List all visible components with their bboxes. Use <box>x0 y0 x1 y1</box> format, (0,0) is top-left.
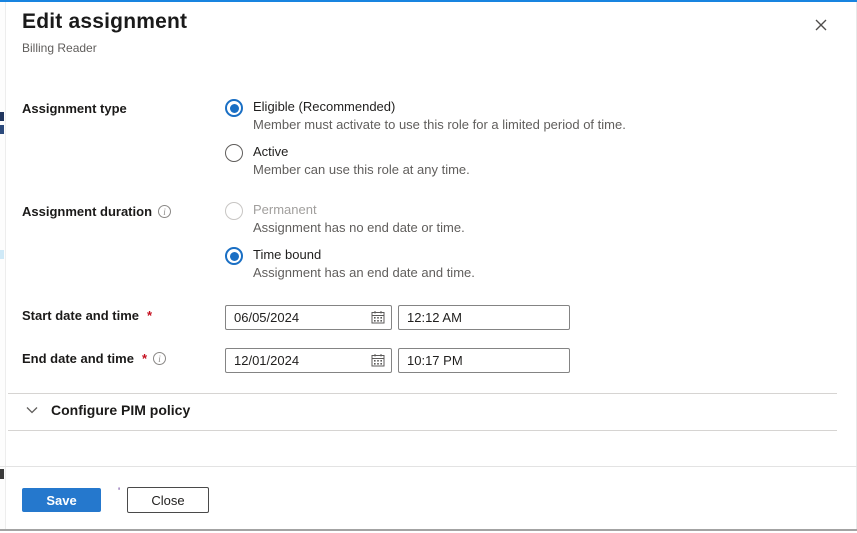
background-page-sliver <box>0 2 6 529</box>
stray-mark: ' <box>118 486 121 498</box>
end-date-label: End date and time * i <box>22 351 167 366</box>
configure-pim-policy-expander[interactable]: Configure PIM policy <box>26 402 190 418</box>
background-fragment <box>0 250 4 259</box>
start-date-fieldwrap <box>225 305 392 330</box>
radio-label[interactable]: Active <box>253 143 470 160</box>
radio-description: Assignment has an end date and time. <box>253 265 475 280</box>
window-bottom-edge <box>0 529 857 531</box>
footer-divider <box>0 466 857 467</box>
page-title: Edit assignment <box>22 10 188 33</box>
divider <box>8 430 837 431</box>
divider <box>8 393 837 394</box>
required-asterisk: * <box>147 308 153 323</box>
close-button[interactable]: Close <box>127 487 209 513</box>
role-name-subtitle: Billing Reader <box>22 41 97 55</box>
background-fragment <box>0 125 4 134</box>
radio-description: Member can use this role at any time. <box>253 162 470 177</box>
radio-option-eligible[interactable]: Eligible (Recommended) Member must activ… <box>225 98 626 133</box>
radio-label[interactable]: Eligible (Recommended) <box>253 98 626 115</box>
end-date-input[interactable] <box>225 348 392 373</box>
pim-section-label[interactable]: Configure PIM policy <box>51 402 190 418</box>
start-date-input[interactable] <box>225 305 392 330</box>
save-button[interactable]: Save <box>22 488 101 512</box>
end-time-input[interactable] <box>398 348 570 373</box>
start-date-label-text: Start date and time <box>22 308 140 323</box>
start-time-fieldwrap <box>398 305 570 330</box>
assignment-duration-label: Assignment duration i <box>22 204 172 219</box>
radio-button-unselected[interactable] <box>225 144 243 162</box>
calendar-icon[interactable] <box>371 353 385 367</box>
start-date-label: Start date and time * <box>22 308 152 323</box>
end-time-fieldwrap <box>398 348 570 373</box>
panel-top-accent-line <box>0 0 857 2</box>
info-icon[interactable]: i <box>153 352 167 365</box>
assignment-type-label: Assignment type <box>22 101 127 116</box>
radio-button-selected[interactable] <box>225 247 243 265</box>
x-icon <box>815 19 827 31</box>
required-asterisk: * <box>141 351 148 366</box>
assignment-duration-label-text: Assignment duration <box>22 204 153 219</box>
calendar-icon[interactable] <box>371 310 385 324</box>
radio-label[interactable]: Time bound <box>253 246 475 263</box>
radio-option-time-bound[interactable]: Time bound Assignment has an end date an… <box>225 246 475 281</box>
end-date-label-text: End date and time <box>22 351 134 366</box>
radio-button-disabled <box>225 202 243 220</box>
assignment-type-label-text: Assignment type <box>22 101 127 116</box>
info-icon[interactable]: i <box>158 205 172 218</box>
background-fragment <box>0 112 4 121</box>
start-time-input[interactable] <box>398 305 570 330</box>
radio-description: Member must activate to use this role fo… <box>253 117 626 132</box>
chevron-down-icon <box>26 407 38 414</box>
radio-button-selected[interactable] <box>225 99 243 117</box>
radio-label: Permanent <box>253 202 317 217</box>
background-fragment <box>0 469 4 479</box>
close-icon[interactable] <box>810 14 832 36</box>
radio-option-permanent: Permanent Assignment has no end date or … <box>225 201 465 236</box>
end-date-fieldwrap <box>225 348 392 373</box>
radio-option-active[interactable]: Active Member can use this role at any t… <box>225 143 470 178</box>
radio-description: Assignment has no end date or time. <box>253 220 465 235</box>
